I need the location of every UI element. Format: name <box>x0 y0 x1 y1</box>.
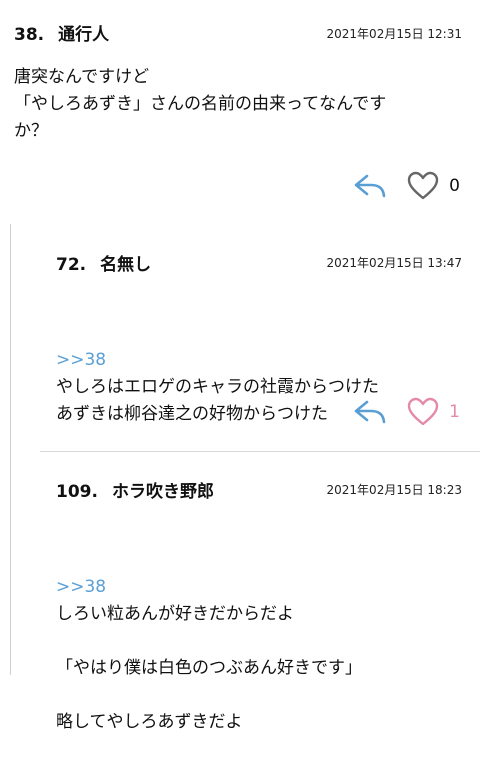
comment-text: やしろはエロゲのキャラの社霞からつけた あずきは柳谷達之の好物からつけた <box>56 377 379 424</box>
comment-number: 109. <box>56 482 98 502</box>
comment-header: 38. 通行人 <box>14 20 109 45</box>
heart-icon[interactable] <box>407 397 439 427</box>
comment-author: 名無し <box>100 255 152 275</box>
reply-arrow-icon[interactable] <box>353 173 387 199</box>
comment-header: 109. ホラ吹き野郎 <box>56 477 214 502</box>
comment-date: 2021年02月15日 18:23 <box>326 483 462 497</box>
reply-anchor-link[interactable]: >>38 <box>56 574 476 601</box>
comment-author: 通行人 <box>58 25 110 45</box>
reply-anchor-link[interactable]: >>38 <box>56 347 476 374</box>
comment-body: >>38 やしろはエロゲのキャラの社霞からつけた あずきは柳谷達之の好物からつけた <box>56 293 476 455</box>
comment-header: 72. 名無し <box>56 250 151 275</box>
comment-number: 38. <box>14 25 45 45</box>
comment-date: 2021年02月15日 13:47 <box>326 256 462 270</box>
comment-body: >>38 しろい粒あんが好きだからだよ 「やはり僕は白色のつぶあん好きです」 略し… <box>56 520 476 763</box>
comment-author: ホラ吹き野郎 <box>111 482 214 502</box>
like-count: 0 <box>449 176 460 196</box>
comment-body: 唐突なんですけど 「やしろあずき」さんの名前の由来ってなんです か？ <box>14 67 387 141</box>
heart-icon[interactable] <box>407 171 439 201</box>
reply-arrow-icon[interactable] <box>353 399 387 425</box>
comment-divider <box>40 451 480 452</box>
comment-actions: 0 <box>353 171 460 201</box>
comment-date: 2021年02月15日 12:31 <box>326 27 462 41</box>
comment-text: しろい粒あんが好きだからだよ 「やはり僕は白色のつぶあん好きです」 略してやしろ… <box>56 604 362 732</box>
comment-number: 72. <box>56 255 87 275</box>
comment-actions: 1 <box>353 397 460 427</box>
like-count: 1 <box>449 402 460 422</box>
thread-line <box>10 224 11 675</box>
